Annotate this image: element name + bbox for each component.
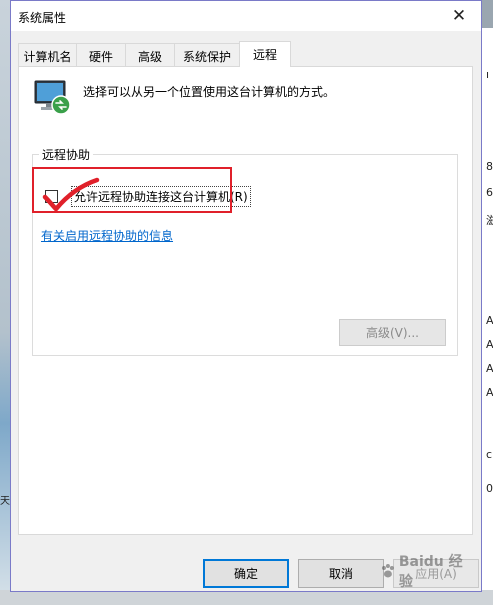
background-glyph: A	[486, 338, 493, 351]
remote-desktop-icon	[34, 80, 71, 115]
background-glyph: c	[486, 448, 493, 461]
background-glyph: A	[486, 386, 493, 399]
close-button[interactable]: ✕	[437, 1, 481, 31]
taskbar-strip	[0, 590, 493, 605]
remote-tab-panel: 选择可以从另一个位置使用这台计算机的方式。 远程协助 允许远程协助连接这台计算机…	[18, 66, 473, 535]
remote-assistance-group: 远程协助 允许远程协助连接这台计算机(R) 有关启用远程协助的信息 高级(V).…	[32, 146, 458, 356]
window-title: 系统属性	[18, 11, 67, 25]
background-glyph: 8	[486, 160, 493, 173]
tab-remote[interactable]: 远程	[239, 41, 291, 67]
remote-description: 选择可以从另一个位置使用这台计算机的方式。	[83, 85, 336, 99]
background-glyph: 天	[0, 496, 10, 507]
tab-advanced[interactable]: 高级	[125, 43, 175, 66]
cancel-button[interactable]: 取消	[298, 559, 384, 588]
close-icon: ✕	[451, 6, 467, 26]
background-glyph: 6	[486, 186, 493, 199]
background-glyph: 0	[486, 482, 493, 495]
remote-assistance-info-link[interactable]: 有关启用远程协助的信息	[41, 227, 173, 244]
background-glyph: ı	[486, 68, 490, 81]
system-properties-dialog: 系统属性 ✕ 计算机名 硬件 高级 系统保护 远程 选择可以从另一个位置使用这台…	[10, 0, 482, 592]
title-bar[interactable]: 系统属性 ✕	[11, 1, 481, 31]
background-glyph: 滋	[486, 214, 493, 227]
background-glyph: A	[486, 314, 493, 327]
background-glyph: A	[486, 362, 493, 375]
annotation-checkmark-icon	[42, 177, 100, 212]
tab-system-protection[interactable]: 系统保护	[174, 43, 240, 66]
advanced-button[interactable]: 高级(V)...	[339, 319, 446, 346]
apply-button[interactable]: 应用(A)	[393, 559, 479, 588]
desktop-background-left	[0, 0, 10, 605]
tab-hardware[interactable]: 硬件	[76, 43, 126, 66]
group-title: 远程协助	[39, 146, 94, 163]
ok-button[interactable]: 确定	[203, 559, 289, 588]
tab-computer-name[interactable]: 计算机名	[18, 43, 77, 66]
